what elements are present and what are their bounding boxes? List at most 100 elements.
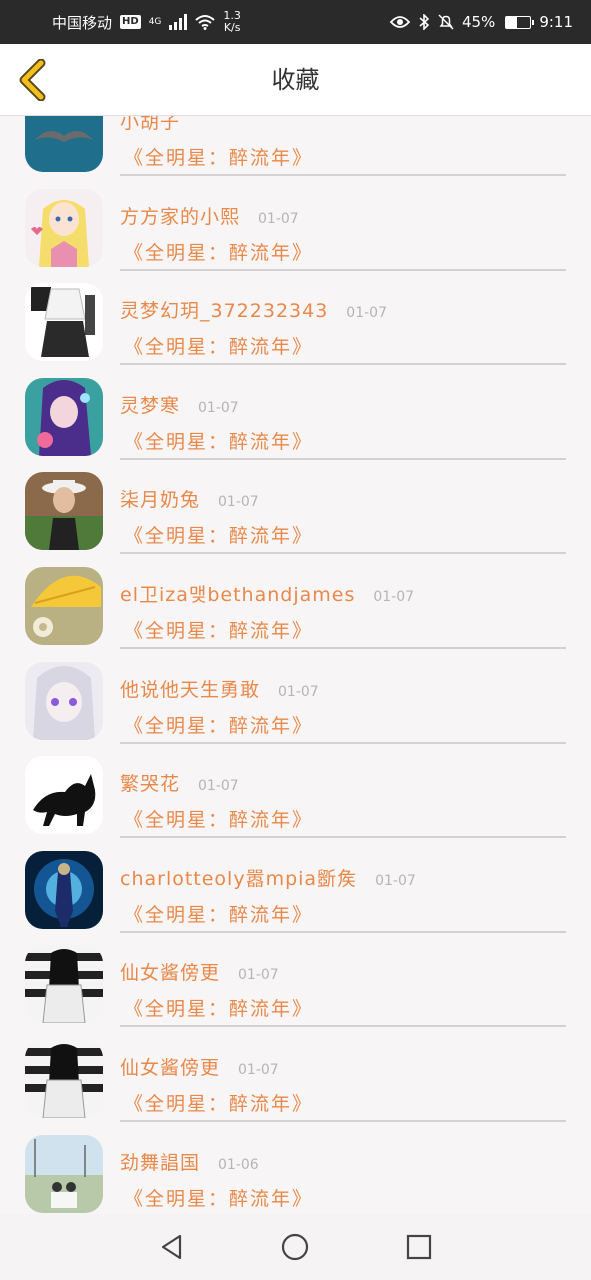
avatar[interactable] <box>25 756 103 835</box>
favorite-date: 01-07 <box>238 1061 279 1078</box>
work-title[interactable]: 《全明星：醉流年》 <box>124 711 313 738</box>
avatar[interactable] <box>25 377 103 456</box>
hd-badge: HD <box>120 15 141 29</box>
avatar-image <box>25 661 103 740</box>
work-title[interactable]: 《全明星：醉流年》 <box>124 1089 313 1116</box>
app-header: 收藏 <box>0 44 591 116</box>
status-left: 中国移动 HD 4G 1.3 K/s <box>52 10 241 34</box>
item-meta: 他说他天生勇敢 01-07 <box>120 675 571 702</box>
status-right: 45% 9:11 <box>389 13 573 31</box>
avatar-image <box>25 377 103 456</box>
avatar[interactable] <box>25 661 103 740</box>
username[interactable]: el卫iza맺bethandjames <box>120 580 355 607</box>
username[interactable]: 仙女酱傍更 <box>120 958 220 985</box>
avatar[interactable] <box>25 945 103 1024</box>
work-title[interactable]: 《全明星：醉流年》 <box>124 332 313 359</box>
favorite-date: 01-07 <box>198 399 239 416</box>
avatar-image <box>25 472 103 551</box>
avatar-image <box>25 283 103 362</box>
item-meta: 仙女酱傍更 01-07 <box>120 958 571 985</box>
list-item[interactable]: 劲舞誯国 01-06 《全明星：醉流年》 <box>0 1122 591 1214</box>
avatar-image <box>25 188 103 267</box>
work-title[interactable]: 《全明星：醉流年》 <box>124 143 313 170</box>
nav-back-button[interactable] <box>150 1225 194 1269</box>
work-title[interactable]: 《全明星：醉流年》 <box>124 900 313 927</box>
battery-icon <box>505 15 535 29</box>
work-title[interactable]: 《全明星：醉流年》 <box>124 616 313 643</box>
list-item[interactable]: 小胡子《全明星：醉流年》 <box>0 116 591 176</box>
avatar[interactable] <box>25 566 103 645</box>
username[interactable]: 柒月奶兔 <box>120 485 200 512</box>
work-title[interactable]: 《全明星：醉流年》 <box>124 238 313 265</box>
favorite-date: 01-07 <box>278 683 319 700</box>
work-title[interactable]: 《全明星：醉流年》 <box>124 521 313 548</box>
list-item[interactable]: 仙女酱傍更 01-07 《全明星：醉流年》 <box>0 932 591 1028</box>
avatar-image <box>25 116 103 172</box>
network-type: 4G <box>148 16 162 27</box>
item-meta: 仙女酱傍更 01-07 <box>120 1053 571 1080</box>
avatar[interactable] <box>25 188 103 267</box>
favorite-date: 01-07 <box>375 872 416 889</box>
avatar[interactable] <box>25 116 103 172</box>
list-item[interactable]: 繁哭花 01-07 《全明星：醉流年》 <box>0 743 591 839</box>
username[interactable]: 繁哭花 <box>120 769 180 796</box>
list-item[interactable]: 柒月奶兔 01-07 《全明星：醉流年》 <box>0 459 591 555</box>
item-meta: 柒月奶兔 01-07 <box>120 485 571 512</box>
avatar[interactable] <box>25 283 103 362</box>
bluetooth-icon <box>419 14 430 30</box>
nav-home-button[interactable] <box>273 1225 317 1269</box>
clock: 9:11 <box>539 13 573 31</box>
username[interactable]: 小胡子 <box>120 116 180 134</box>
username[interactable]: 他说他天生勇敢 <box>120 675 260 702</box>
list-item[interactable]: 他说他天生勇敢 01-07 《全明星：醉流年》 <box>0 649 591 744</box>
network-speed: 1.3 K/s <box>223 10 241 34</box>
avatar-image <box>25 566 103 645</box>
list-item[interactable]: 方方家的小熙 01-07 《全明星：醉流年》 <box>0 176 591 271</box>
avatar[interactable] <box>25 472 103 551</box>
item-meta: 繁哭花 01-07 <box>120 769 571 796</box>
avatar-image <box>25 945 103 1024</box>
username[interactable]: 劲舞誯国 <box>120 1148 200 1175</box>
square-recents-icon <box>407 1234 432 1260</box>
item-meta: 小胡子 <box>120 116 571 134</box>
chevron-left-icon <box>19 59 46 101</box>
wifi-icon <box>195 15 216 30</box>
avatar[interactable] <box>25 1039 103 1118</box>
item-meta: el卫iza맺bethandjames 01-07 <box>120 580 571 607</box>
work-title[interactable]: 《全明星：醉流年》 <box>124 1184 313 1211</box>
list-item[interactable]: charlotteoly嚣mpia斵矦 01-07 《全明星：醉流年》 <box>0 838 591 933</box>
mute-bell-icon <box>438 14 454 30</box>
work-title[interactable]: 《全明星：醉流年》 <box>124 994 313 1021</box>
favorites-list: 小胡子 《全明星：醉流年》 方方家的小熙 01-07 《全明星：醉流年》 灵梦幻玥_372… <box>0 116 591 1214</box>
avatar[interactable] <box>25 1134 103 1213</box>
avatar-image <box>25 1039 103 1118</box>
username[interactable]: 灵梦幻玥_372232343 <box>120 296 328 323</box>
favorites-list-viewport[interactable]: 小胡子 《全明星：醉流年》 方方家的小熙 01-07 《全明星：醉流年》 灵梦幻玥_372… <box>0 116 591 1214</box>
list-item[interactable]: 仙女酱傍更 01-07 《全明星：醉流年》 <box>0 1027 591 1122</box>
username[interactable]: 仙女酱傍更 <box>120 1053 220 1080</box>
carrier-label: 中国移动 <box>52 13 113 32</box>
username[interactable]: charlotteoly嚣mpia斵矦 <box>120 864 357 891</box>
username[interactable]: 灵梦寒 <box>120 391 180 418</box>
favorite-date: 01-07 <box>258 210 299 227</box>
item-meta: 方方家的小熙 01-07 <box>120 202 571 229</box>
work-title[interactable]: 《全明星：醉流年》 <box>124 427 313 454</box>
list-item[interactable]: 灵梦幻玥_372232343 01-07 《全明星：醉流年》 <box>0 270 591 366</box>
username[interactable]: 方方家的小熙 <box>120 202 240 229</box>
circle-home-icon <box>282 1233 309 1261</box>
work-title[interactable]: 《全明星：醉流年》 <box>124 805 313 832</box>
favorite-date: 01-07 <box>373 588 415 605</box>
favorite-date: 01-07 <box>218 494 259 511</box>
favorite-date: 01-07 <box>198 778 239 795</box>
item-meta: 劲舞誯国 01-06 <box>120 1148 571 1175</box>
item-meta: 灵梦寒 01-07 <box>120 391 571 418</box>
back-button[interactable] <box>12 54 52 106</box>
list-item[interactable]: el卫iza맺bethandjames 01-07 《全明星：醉流年》 <box>0 554 591 649</box>
nav-recents-button[interactable] <box>397 1225 441 1269</box>
list-item[interactable]: 灵梦寒 01-07 《全明星：醉流年》 <box>0 365 591 460</box>
speed-unit: K/s <box>223 21 241 34</box>
battery-percent: 45% <box>461 13 496 31</box>
triangle-back-icon <box>161 1234 181 1260</box>
page-title: 收藏 <box>271 66 320 94</box>
avatar[interactable] <box>25 850 103 929</box>
